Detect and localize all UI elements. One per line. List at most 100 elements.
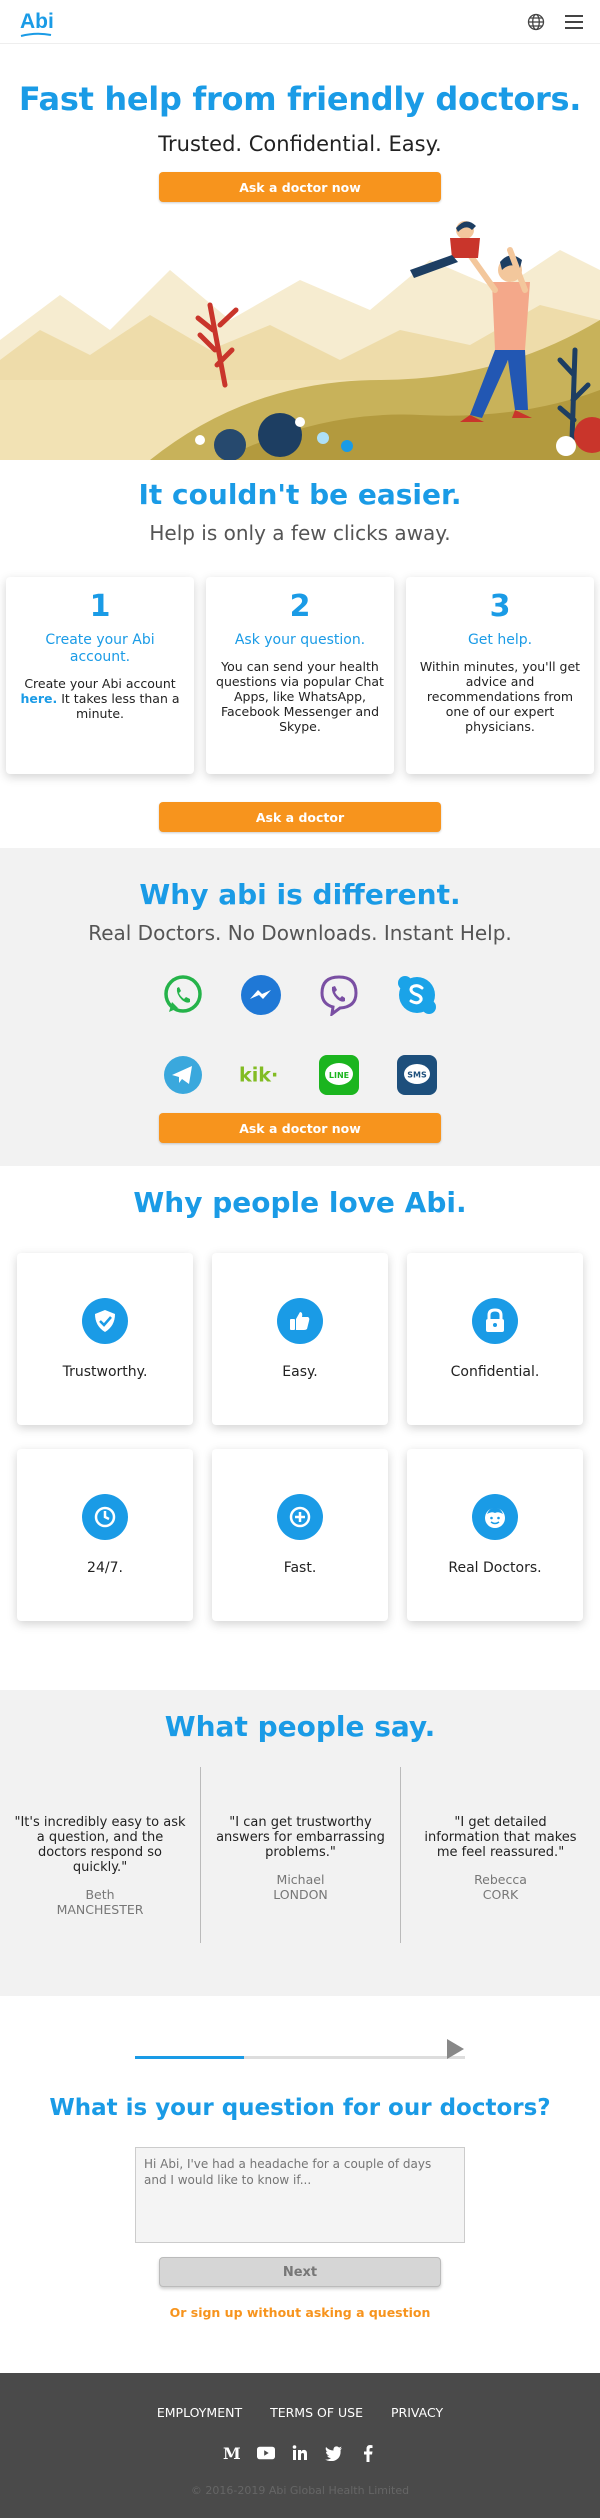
step-card-1: 1 Create your Abi account. Create your A… <box>6 577 194 774</box>
step-text-before: Create your Abi account <box>24 676 176 691</box>
question-progress <box>135 2038 465 2060</box>
page: Abi Fast help from friendly doctors. Tru… <box>0 0 600 2520</box>
feature-label: Fast. <box>283 1560 317 1576</box>
testimonials-list: "It's incredibly easy to ask a question,… <box>0 1767 600 1943</box>
step-title: Ask your question. <box>234 632 366 648</box>
author-city: CORK <box>482 1887 519 1902</box>
whatsapp-icon[interactable] <box>161 973 205 1017</box>
chat-apps-row-2: kik· LINE SMS <box>0 1053 600 1097</box>
fast-plus-icon <box>277 1494 323 1540</box>
question-section: What is your question for our doctors? N… <box>0 1996 600 2373</box>
linkedin-icon[interactable] <box>291 2444 309 2462</box>
step-text: You can send your health questions via p… <box>216 659 384 734</box>
testimonial-author: Beth MANCHESTER <box>14 1887 186 1917</box>
testimonial-author: Michael LONDON <box>215 1872 386 1902</box>
love-section: Why people love Abi. Trustworthy. Easy. … <box>0 1166 600 1690</box>
globe-icon[interactable] <box>526 12 546 32</box>
step-title: Create your Abi account. <box>45 632 155 665</box>
site-header: Abi <box>0 0 600 44</box>
different-title: Why abi is different. <box>139 878 461 911</box>
feature-card: Fast. <box>212 1449 388 1621</box>
site-footer: EMPLOYMENT TERMS OF USE PRIVACY M © 2016… <box>0 2373 600 2518</box>
step-card-3: 3 Get help. Within minutes, you'll get a… <box>406 577 594 774</box>
step-number: 1 <box>89 589 111 624</box>
skype-icon[interactable] <box>395 973 439 1017</box>
logo-text: Abi <box>20 10 54 33</box>
create-account-link[interactable]: here. <box>20 691 57 706</box>
copyright: © 2016-2019 Abi Global Health Limited <box>190 2484 410 2497</box>
shield-check-icon <box>82 1298 128 1344</box>
ask-doctor-now-button[interactable]: Ask a doctor now <box>159 172 441 202</box>
line-wordmark: LINE <box>329 1071 349 1080</box>
question-input[interactable] <box>135 2147 465 2243</box>
hero-subtitle: Trusted. Confidential. Easy. <box>158 132 442 156</box>
love-title: Why people love Abi. <box>133 1186 467 1219</box>
ask-doctor-now-button-2[interactable]: Ask a doctor now <box>159 1113 441 1143</box>
testimonial: "I get detailed information that makes m… <box>400 1767 600 1943</box>
easier-section: It couldn't be easier. Help is only a fe… <box>0 460 600 832</box>
hero-title: Fast help from friendly doctors. <box>18 80 582 118</box>
header-actions <box>526 12 584 32</box>
author-name: Beth <box>85 1887 115 1902</box>
youtube-icon[interactable] <box>257 2444 275 2462</box>
ask-doctor-button[interactable]: Ask a doctor <box>159 802 441 832</box>
step-number: 3 <box>489 589 511 624</box>
feature-card: Trustworthy. <box>17 1253 193 1425</box>
sms-icon[interactable]: SMS <box>395 1053 439 1097</box>
feature-card: Real Doctors. <box>407 1449 583 1621</box>
step-text: Create your Abi account here. It takes le… <box>16 676 184 721</box>
lock-icon <box>472 1298 518 1344</box>
signup-link[interactable]: Or sign up without asking a question <box>0 2305 600 2320</box>
messenger-icon[interactable] <box>239 973 283 1017</box>
step-text: Within minutes, you'll get advice and re… <box>419 659 581 734</box>
hero-illustration <box>0 210 600 460</box>
footer-link-privacy[interactable]: PRIVACY <box>391 2405 443 2420</box>
facebook-icon[interactable] <box>359 2444 377 2462</box>
testimonial: "I can get trustworthy answers for embar… <box>200 1767 400 1943</box>
step-title: Get help. <box>467 632 533 648</box>
author-name: Rebecca <box>474 1872 527 1887</box>
testimonial-text: "It's incredibly easy to ask a question,… <box>14 1815 186 1875</box>
kik-icon[interactable]: kik· <box>239 1053 283 1097</box>
footer-link-terms[interactable]: TERMS OF USE <box>270 2405 363 2420</box>
viber-icon[interactable] <box>317 973 361 1017</box>
next-button[interactable]: Next <box>159 2257 441 2287</box>
play-icon[interactable] <box>445 2038 465 2060</box>
logo-swoosh <box>20 32 52 37</box>
steps-list: 1 Create your Abi account. Create your A… <box>0 577 600 774</box>
feature-label: Trustworthy. <box>62 1364 148 1380</box>
feature-label: Confidential. <box>450 1364 540 1380</box>
medium-icon[interactable]: M <box>223 2444 241 2462</box>
different-section: Why abi is different. Real Doctors. No D… <box>0 848 600 1166</box>
author-city: LONDON <box>273 1887 328 1902</box>
svg-text:M: M <box>223 2445 241 2461</box>
different-subtitle: Real Doctors. No Downloads. Instant Help… <box>88 921 512 945</box>
feature-label: 24/7. <box>87 1560 123 1576</box>
step-number: 2 <box>289 589 311 624</box>
feature-card: Confidential. <box>407 1253 583 1425</box>
author-name: Michael <box>276 1872 325 1887</box>
easier-title: It couldn't be easier. <box>138 478 462 511</box>
thumbs-up-icon <box>277 1298 323 1344</box>
hamburger-menu-icon[interactable] <box>564 12 584 32</box>
twitter-icon[interactable] <box>325 2444 343 2462</box>
feature-label: Real Doctors. <box>448 1560 542 1576</box>
abi-logo[interactable]: Abi <box>20 10 54 37</box>
clock-icon <box>82 1494 128 1540</box>
footer-links: EMPLOYMENT TERMS OF USE PRIVACY <box>0 2405 600 2420</box>
step-card-2: 2 Ask your question. You can send your h… <box>206 577 394 774</box>
testimonials-section: What people say. "It's incredibly easy t… <box>0 1690 600 1996</box>
line-icon[interactable]: LINE <box>317 1053 361 1097</box>
feature-card: 24/7. <box>17 1449 193 1621</box>
feature-card: Easy. <box>212 1253 388 1425</box>
footer-link-employment[interactable]: EMPLOYMENT <box>157 2405 242 2420</box>
testimonial: "It's incredibly easy to ask a question,… <box>0 1767 200 1943</box>
progress-track <box>135 2056 465 2059</box>
feature-label: Easy. <box>282 1364 318 1380</box>
doctor-face-icon <box>472 1494 518 1540</box>
sms-wordmark: SMS <box>407 1071 427 1080</box>
features-grid: Trustworthy. Easy. Confidential. 24/7. F… <box>0 1253 600 1621</box>
easier-subtitle: Help is only a few clicks away. <box>149 521 451 545</box>
step-text-after: It takes less than a minute. <box>61 691 180 721</box>
telegram-icon[interactable] <box>161 1053 205 1097</box>
